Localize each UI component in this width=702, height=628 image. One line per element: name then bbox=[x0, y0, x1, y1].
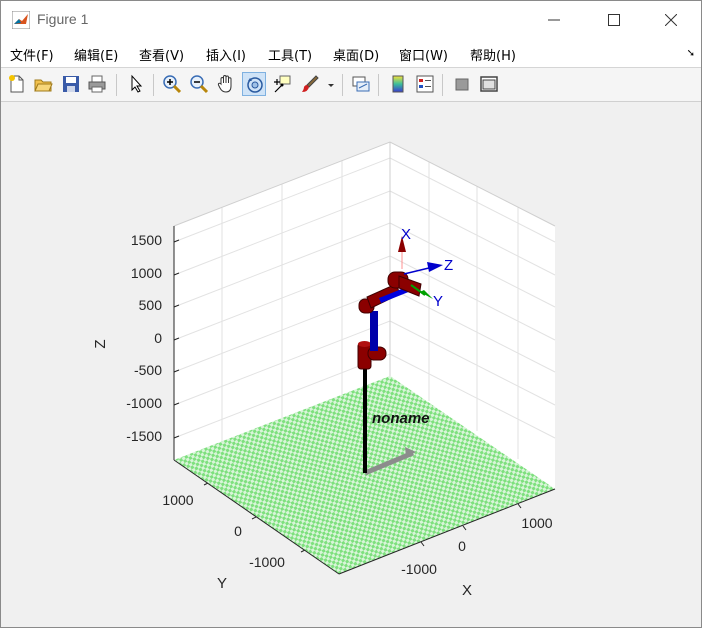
link-plot-button[interactable] bbox=[349, 72, 373, 96]
colorbar-button[interactable] bbox=[386, 72, 410, 96]
z-tick-label: 1000 bbox=[131, 265, 162, 281]
select-arrow-button[interactable] bbox=[124, 72, 148, 96]
close-icon bbox=[665, 14, 677, 26]
menu-desktop[interactable]: 桌面(D) bbox=[333, 45, 379, 64]
matlab-logo-icon bbox=[12, 11, 30, 29]
x-tick-label: 1000 bbox=[521, 515, 552, 531]
rotate-3d-icon bbox=[247, 77, 263, 93]
brush-button[interactable] bbox=[298, 72, 322, 96]
y-axis-label: Y bbox=[217, 575, 227, 592]
menu-insert[interactable]: 插入(I) bbox=[206, 45, 246, 64]
zoom-in-icon bbox=[163, 75, 182, 94]
menu-help[interactable]: 帮助(H) bbox=[470, 45, 516, 64]
toolbar-separator bbox=[442, 74, 443, 96]
new-figure-button[interactable] bbox=[5, 72, 29, 96]
data-cursor-icon bbox=[274, 75, 291, 93]
robot-base-cap bbox=[358, 341, 371, 347]
z-axis-label: Z bbox=[92, 339, 109, 348]
open-file-icon bbox=[34, 79, 53, 92]
y-tick-label: 1000 bbox=[162, 492, 193, 508]
figure-window: Figure 1 文件(F) 编辑(E) 查看(V) 插入(I) 工具(T) 桌… bbox=[0, 0, 702, 628]
minimize-button[interactable] bbox=[531, 1, 577, 39]
y-tick-label: 0 bbox=[234, 523, 242, 539]
select-arrow-icon bbox=[131, 74, 143, 93]
legend-button[interactable] bbox=[413, 72, 437, 96]
pan-hand-icon bbox=[217, 74, 232, 93]
figure-toolbar bbox=[1, 68, 701, 102]
menu-file[interactable]: 文件(F) bbox=[10, 45, 54, 64]
toolbar-separator bbox=[153, 74, 154, 96]
print-icon bbox=[88, 75, 106, 93]
data-cursor-button[interactable] bbox=[270, 72, 294, 96]
z-tick-label: 1500 bbox=[131, 232, 162, 248]
new-figure-icon bbox=[9, 75, 24, 93]
menu-view[interactable]: 查看(V) bbox=[139, 45, 184, 64]
frame-label-x: X bbox=[401, 226, 411, 243]
z-tick-label: 500 bbox=[139, 297, 163, 313]
open-file-button[interactable] bbox=[31, 72, 55, 96]
dock-figure-button[interactable] bbox=[477, 72, 501, 96]
x-tick-label: 0 bbox=[458, 538, 466, 554]
x-axis-label: X bbox=[462, 582, 472, 599]
z-tick-label: -1500 bbox=[126, 428, 162, 444]
frame-label-y: Y bbox=[433, 293, 443, 310]
figure-canvas[interactable]: 1500 1000 500 0 -500 -1000 -1500 Z 1000 … bbox=[1, 102, 701, 627]
save-icon bbox=[63, 76, 79, 92]
close-button[interactable] bbox=[648, 1, 694, 39]
y-tick-label: -1000 bbox=[249, 554, 285, 570]
menu-edit[interactable]: 编辑(E) bbox=[74, 45, 118, 64]
zoom-out-button[interactable] bbox=[187, 72, 211, 96]
toolbar-separator bbox=[116, 74, 117, 96]
legend-icon bbox=[416, 75, 434, 93]
toolbar-separator bbox=[342, 74, 343, 96]
dock-arrow-icon[interactable]: ➘ bbox=[687, 48, 695, 59]
frame-label-z: Z bbox=[444, 257, 453, 274]
z-tick-label: -1000 bbox=[126, 395, 162, 411]
menu-window[interactable]: 窗口(W) bbox=[399, 45, 448, 64]
x-tick-label: -1000 bbox=[401, 561, 437, 577]
hide-tools-button[interactable] bbox=[450, 72, 474, 96]
maximize-button[interactable] bbox=[591, 1, 637, 39]
rotate-3d-button[interactable] bbox=[242, 72, 266, 96]
print-button[interactable] bbox=[85, 72, 109, 96]
window-title: Figure 1 bbox=[37, 11, 89, 27]
robot-name-label: noname bbox=[372, 410, 430, 427]
save-button[interactable] bbox=[59, 72, 83, 96]
title-bar[interactable]: Figure 1 bbox=[1, 1, 701, 39]
link-plot-icon bbox=[352, 76, 370, 92]
colorbar-icon bbox=[392, 75, 404, 93]
robot-link-1 bbox=[370, 311, 378, 351]
minimize-icon bbox=[548, 19, 560, 21]
brush-dropdown[interactable] bbox=[324, 72, 338, 96]
toolbar-separator bbox=[378, 74, 379, 96]
z-tick-labels: 1500 1000 500 0 -500 -1000 -1500 bbox=[126, 232, 162, 444]
menu-bar: 文件(F) 编辑(E) 查看(V) 插入(I) 工具(T) 桌面(D) 窗口(W… bbox=[1, 39, 701, 68]
z-tick-label: 0 bbox=[154, 330, 162, 346]
plot-3d-axes[interactable]: 1500 1000 500 0 -500 -1000 -1500 Z 1000 … bbox=[1, 102, 701, 627]
pan-button[interactable] bbox=[214, 72, 238, 96]
zoom-in-button[interactable] bbox=[160, 72, 184, 96]
hide-tools-icon bbox=[455, 78, 469, 91]
brush-icon bbox=[302, 75, 319, 92]
zoom-out-icon bbox=[190, 75, 209, 94]
menu-tools[interactable]: 工具(T) bbox=[268, 45, 312, 64]
z-tick-label: -500 bbox=[134, 362, 162, 378]
maximize-icon bbox=[608, 14, 620, 26]
chevron-down-icon bbox=[328, 84, 334, 87]
dock-figure-icon bbox=[480, 76, 498, 92]
